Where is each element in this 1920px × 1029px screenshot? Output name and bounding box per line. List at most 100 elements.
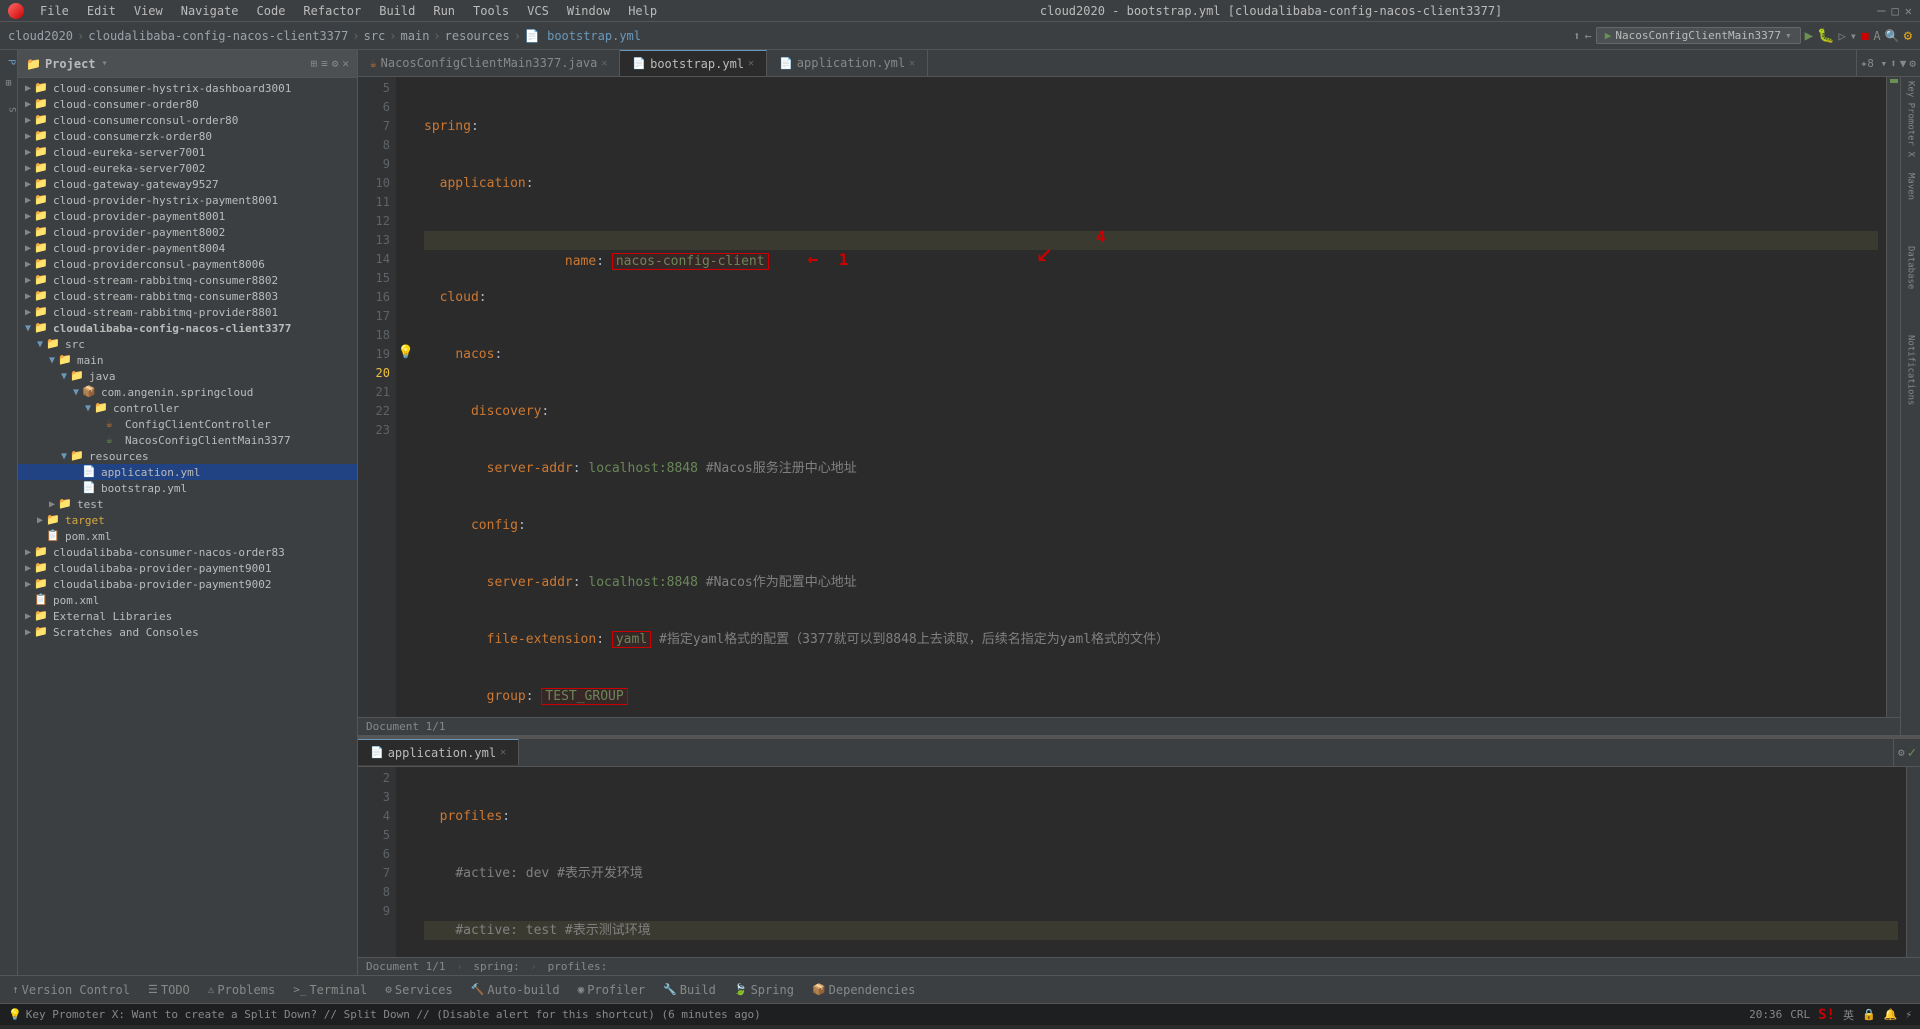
tab-close-icon[interactable]: ✕	[601, 58, 607, 69]
tree-item[interactable]: ▼ 📁 java	[18, 368, 357, 384]
tree-item[interactable]: ▶ 📁 cloud-consumer-hystrix-dashboard3001	[18, 80, 357, 96]
tab-close-icon[interactable]: ✕	[909, 58, 915, 69]
tree-item[interactable]: 📋 pom.xml	[18, 592, 357, 608]
tree-item[interactable]: ▼ 📁 src	[18, 336, 357, 352]
close-btn[interactable]: ✕	[1905, 4, 1912, 18]
tab-action-split-h[interactable]: ▼	[1900, 57, 1907, 70]
tree-item[interactable]: ▶ 📁 cloud-stream-rabbitmq-consumer8803	[18, 288, 357, 304]
database-label[interactable]: Database	[1906, 246, 1916, 289]
tree-item[interactable]: ▼ 📦 com.angenin.springcloud	[18, 384, 357, 400]
menu-navigate[interactable]: Navigate	[173, 2, 247, 20]
run-config-selector[interactable]: ▶ NacosConfigClientMain3377 ▾	[1596, 27, 1801, 44]
tree-item[interactable]: ▶ 📁 cloudalibaba-consumer-nacos-order83	[18, 544, 357, 560]
breadcrumb-main[interactable]: main	[401, 29, 430, 43]
tab-application[interactable]: 📄 application.yml ✕	[767, 50, 928, 76]
tree-item[interactable]: ▶ 📁 cloudalibaba-provider-payment9002	[18, 576, 357, 592]
bookmark-icon[interactable]: ⊞	[1, 78, 17, 94]
breadcrumb-file[interactable]: 📄 bootstrap.yml	[525, 29, 641, 43]
tree-item[interactable]: ▶ 📁 cloud-stream-rabbitmq-consumer8802	[18, 272, 357, 288]
search-everywhere-icon[interactable]: 🔍	[1885, 29, 1900, 43]
tab-action-split-v[interactable]: ⬆	[1890, 57, 1897, 70]
project-icon[interactable]: P	[1, 54, 17, 70]
menu-edit[interactable]: Edit	[79, 2, 124, 20]
tree-item[interactable]: ▶ 📁 cloud-provider-payment8002	[18, 224, 357, 240]
tree-item[interactable]: ▶ 📁 cloud-eureka-server7002	[18, 160, 357, 176]
maven-label[interactable]: Maven	[1906, 173, 1916, 200]
tree-item-application-yml[interactable]: 📄 application.yml	[18, 464, 357, 480]
tab-auto-build[interactable]: 🔨 Auto-build	[463, 981, 568, 999]
tab-action-more[interactable]: ✦8 ▾	[1861, 57, 1888, 70]
tree-item[interactable]: ▼ 📁 resources	[18, 448, 357, 464]
menu-file[interactable]: File	[32, 2, 77, 20]
back-icon[interactable]: ←	[1585, 29, 1592, 43]
tab-nacos-main[interactable]: ☕ NacosConfigClientMain3377.java ✕	[358, 50, 620, 76]
tree-item[interactable]: ☕ ConfigClientController	[18, 416, 357, 432]
panel-dropdown-icon[interactable]: ▾	[102, 58, 108, 69]
tree-item[interactable]: ▶ 📁 cloud-stream-rabbitmq-provider8801	[18, 304, 357, 320]
tree-item[interactable]: ☕ NacosConfigClientMain3377	[18, 432, 357, 448]
breadcrumb-root[interactable]: cloud2020	[8, 29, 73, 43]
notifications-label[interactable]: Notifications	[1906, 335, 1916, 405]
tree-item[interactable]: ▶ 📁 cloud-gateway-gateway9527	[18, 176, 357, 192]
collapse-btn[interactable]: ≡	[321, 57, 328, 70]
settings-icon[interactable]: ⚙	[1904, 28, 1912, 44]
structure-icon[interactable]: S	[1, 102, 17, 118]
application-code-lines[interactable]: profiles: #active: dev #表示开发环境 #active: …	[416, 767, 1906, 957]
tab-build[interactable]: 🔧 Build	[655, 981, 724, 999]
tab-bootstrap[interactable]: 📄 bootstrap.yml ✕	[620, 50, 767, 76]
menu-help[interactable]: Help	[620, 2, 665, 20]
tree-item[interactable]: 📋 pom.xml	[18, 528, 357, 544]
application-code-view[interactable]: 23456789 profiles: #active: dev	[358, 767, 1920, 957]
settings-panel-btn[interactable]: ⚙	[332, 57, 339, 70]
bottom-tab-settings[interactable]: ⚙	[1898, 746, 1905, 759]
tab-todo[interactable]: ☰ TODO	[140, 981, 198, 999]
menu-tools[interactable]: Tools	[465, 2, 517, 20]
menu-build[interactable]: Build	[371, 2, 423, 20]
maximize-btn[interactable]: □	[1892, 4, 1899, 18]
tree-item[interactable]: ▼ 📁 cloudalibaba-config-nacos-client3377	[18, 320, 357, 336]
key-promoter-label[interactable]: Key Promoter X	[1906, 81, 1916, 157]
tab-services[interactable]: ⚙ Services	[377, 981, 460, 999]
tree-item[interactable]: ▶ 📁 cloud-provider-hystrix-payment8001	[18, 192, 357, 208]
tree-item[interactable]: ▶ 📁 test	[18, 496, 357, 512]
bootstrap-editor[interactable]: 56789 1011121314 1516171819 20212223 💡	[358, 77, 1900, 735]
code-lines[interactable]: spring: application: name: nacos-config-…	[416, 77, 1886, 717]
close-panel-btn[interactable]: ✕	[342, 57, 349, 70]
tree-item[interactable]: ▼ 📁 controller	[18, 400, 357, 416]
menu-view[interactable]: View	[126, 2, 171, 20]
tree-item-bootstrap-yml[interactable]: 📄 bootstrap.yml	[18, 480, 357, 496]
stop-btn[interactable]: ◼	[1861, 28, 1869, 44]
tab-spring[interactable]: 🍃 Spring	[726, 981, 802, 999]
tree-item[interactable]: ▶ 📁 cloud-provider-payment8004	[18, 240, 357, 256]
tab-application-bottom[interactable]: 📄 application.yml ✕	[358, 739, 519, 765]
tab-version-control[interactable]: ↑ Version Control	[4, 981, 138, 999]
scope-btn[interactable]: ⊞	[311, 57, 318, 70]
breadcrumb-module[interactable]: cloudalibaba-config-nacos-client3377	[88, 29, 348, 43]
tree-item[interactable]: ▶ 📁 cloudalibaba-provider-payment9001	[18, 560, 357, 576]
coverage-btn[interactable]: ▷	[1838, 29, 1845, 43]
tab-profiler[interactable]: ◉ Profiler	[570, 981, 653, 999]
more-run-btn[interactable]: ▾	[1850, 29, 1857, 43]
debug-btn[interactable]: 🐛	[1817, 28, 1834, 44]
tree-item[interactable]: ▶ 📁 target	[18, 512, 357, 528]
tab-terminal[interactable]: >_ Terminal	[285, 981, 375, 999]
tab-close-icon[interactable]: ✕	[748, 58, 754, 69]
translate-icon[interactable]: A	[1873, 29, 1880, 43]
tab-settings-icon[interactable]: ⚙	[1909, 57, 1916, 70]
run-btn[interactable]: ▶	[1805, 28, 1813, 44]
menu-refactor[interactable]: Refactor	[295, 2, 369, 20]
minimize-btn[interactable]: —	[1877, 3, 1885, 19]
tree-item[interactable]: ▶ 📁 cloud-eureka-server7001	[18, 144, 357, 160]
menu-run[interactable]: Run	[425, 2, 463, 20]
tree-item[interactable]: ▶ 📁 cloud-providerconsul-payment8006	[18, 256, 357, 272]
menu-vcs[interactable]: VCS	[519, 2, 557, 20]
tree-item[interactable]: ▶ 📁 cloud-consumer-order80	[18, 96, 357, 112]
tab-dependencies[interactable]: 📦 Dependencies	[804, 981, 923, 999]
breadcrumb-src[interactable]: src	[364, 29, 386, 43]
tree-item[interactable]: ▶ 📁 cloud-provider-payment8001	[18, 208, 357, 224]
tab-close-bottom-icon[interactable]: ✕	[500, 747, 506, 758]
code-view[interactable]: 56789 1011121314 1516171819 20212223 💡	[358, 77, 1900, 717]
menu-window[interactable]: Window	[559, 2, 618, 20]
tree-item[interactable]: ▶ 📁 cloud-consumerconsul-order80	[18, 112, 357, 128]
tree-item[interactable]: ▶ 📁 cloud-consumerzk-order80	[18, 128, 357, 144]
